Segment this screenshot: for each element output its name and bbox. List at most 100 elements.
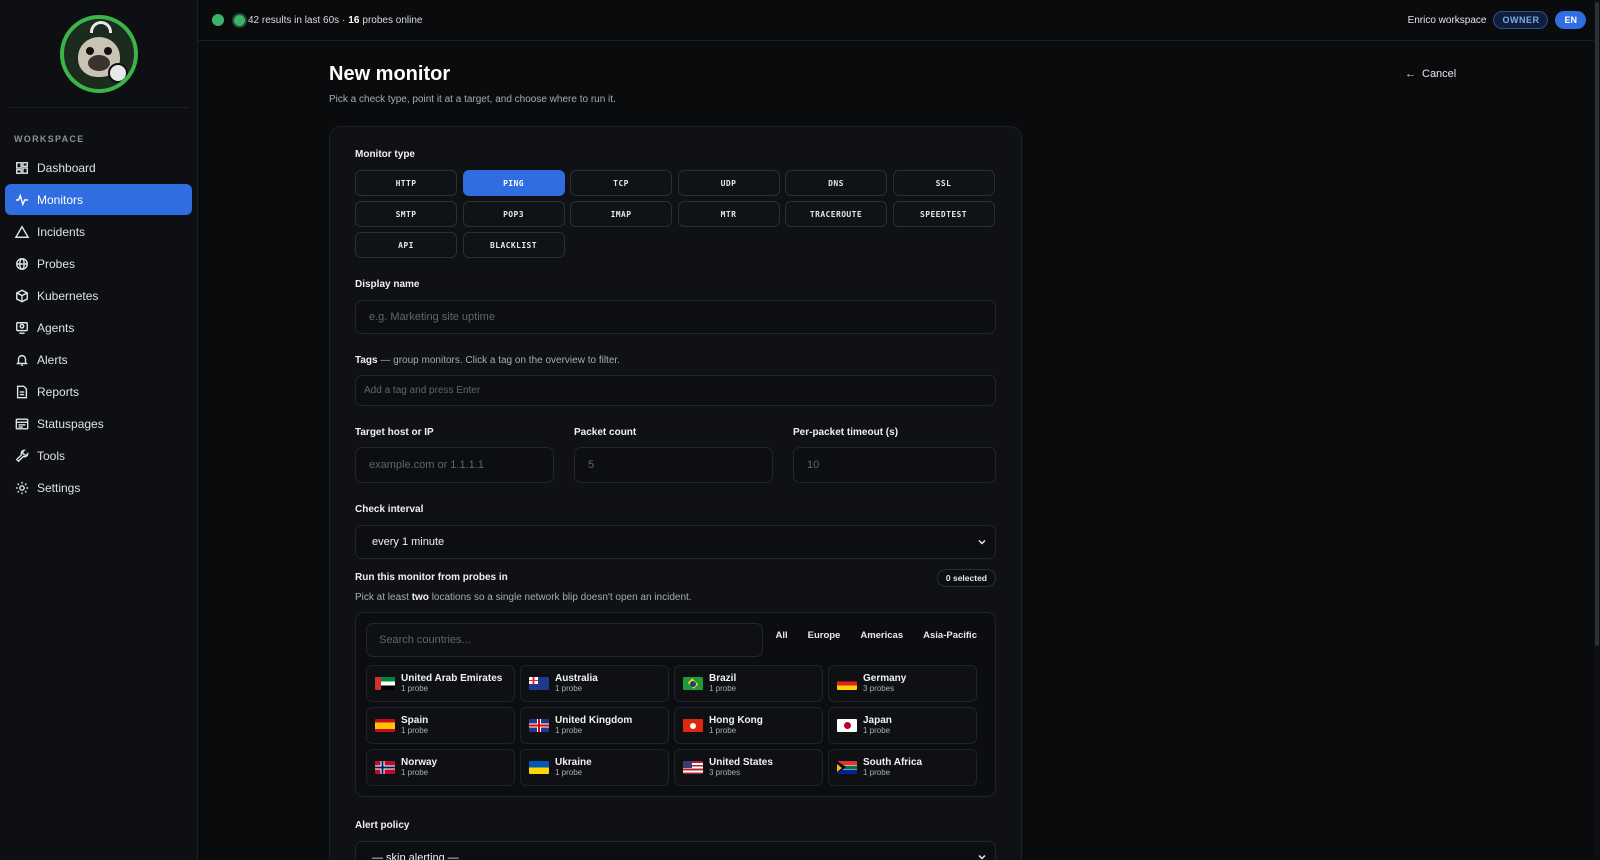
sidebar-item-statuspages[interactable]: Statuspages bbox=[5, 408, 192, 439]
timeout-label: Per-packet timeout (s) bbox=[793, 427, 899, 438]
cancel-button[interactable]: ← Cancel bbox=[1405, 68, 1456, 80]
tags-label: Tags — group monitors. Click a tag on th… bbox=[355, 355, 996, 366]
sidebar-item-incidents[interactable]: Incidents bbox=[5, 216, 192, 247]
type-option-pop3[interactable]: POP3 bbox=[462, 201, 565, 227]
country-name: United Kingdom bbox=[555, 715, 633, 726]
country-option-australia[interactable]: Australia 1 probe bbox=[520, 665, 669, 702]
type-option-smtp[interactable]: SMTP bbox=[355, 201, 457, 227]
connection-status-dot bbox=[212, 14, 224, 26]
probe-locations-group: Run this monitor from probes in 0 select… bbox=[355, 569, 996, 797]
type-option-imap[interactable]: IMAP bbox=[570, 201, 672, 227]
country-option-germany[interactable]: Germany 3 probes bbox=[828, 665, 977, 702]
type-option-dns[interactable]: DNS bbox=[785, 170, 887, 196]
country-option-norway[interactable]: Norway 1 probe bbox=[366, 749, 515, 786]
ukraine-flag-icon bbox=[529, 761, 549, 774]
sidebar-item-reports[interactable]: Reports bbox=[5, 376, 192, 407]
workspace-name[interactable]: Enrico workspace bbox=[1408, 15, 1487, 26]
tags-title: Tags bbox=[355, 355, 378, 366]
sidebar-item-agents[interactable]: Agents bbox=[5, 312, 192, 343]
country-option-united-kingdom[interactable]: United Kingdom 1 probe bbox=[520, 707, 669, 744]
alert-policy-group: Alert policy — skip alerting — bbox=[355, 820, 996, 860]
type-option-http[interactable]: HTTP bbox=[355, 170, 457, 196]
us-flag-icon bbox=[683, 761, 703, 774]
type-option-api[interactable]: API bbox=[355, 232, 457, 258]
country-name: Spain bbox=[401, 715, 429, 726]
hong-kong-flag-icon bbox=[683, 719, 703, 732]
agent-icon bbox=[15, 321, 29, 335]
type-option-speedtest[interactable]: SPEEDTEST bbox=[892, 201, 995, 227]
country-option-united-states[interactable]: United States 3 probes bbox=[674, 749, 823, 786]
app-logo[interactable] bbox=[59, 14, 138, 93]
probe-count: 1 probe bbox=[863, 768, 891, 777]
country-picker: All Europe Americas Asia-Pacific United … bbox=[355, 612, 996, 797]
page-scrollbar[interactable] bbox=[1594, 0, 1600, 860]
type-option-ssl[interactable]: SSL bbox=[892, 170, 995, 196]
check-interval-value: every 1 minute bbox=[372, 536, 445, 548]
country-grid: United Arab Emirates 1 probe Australia 1 p… bbox=[366, 665, 977, 786]
filter-asia-pacific[interactable]: Asia-Pacific bbox=[923, 630, 977, 641]
sidebar-item-probes[interactable]: Probes bbox=[5, 248, 192, 279]
target-field bbox=[355, 447, 554, 483]
statuspage-icon bbox=[15, 417, 29, 431]
tags-input[interactable] bbox=[364, 385, 995, 396]
filter-americas[interactable]: Americas bbox=[860, 630, 903, 641]
country-name: Ukraine bbox=[555, 757, 592, 768]
probe-count: 1 probe bbox=[709, 684, 737, 693]
gear-icon bbox=[15, 481, 29, 495]
type-option-mtr[interactable]: MTR bbox=[677, 201, 780, 227]
probe-count: 1 probe bbox=[863, 726, 891, 735]
country-option-brazil[interactable]: Brazil 1 probe bbox=[674, 665, 823, 702]
type-option-blacklist[interactable]: BLACKLIST bbox=[462, 232, 565, 258]
sidebar-item-monitors[interactable]: Monitors bbox=[5, 184, 192, 215]
sidebar-item-alerts[interactable]: Alerts bbox=[5, 344, 192, 375]
country-name: Brazil bbox=[709, 673, 737, 684]
sidebar-item-kubernetes[interactable]: Kubernetes bbox=[5, 280, 192, 311]
language-button[interactable]: EN bbox=[1555, 11, 1586, 29]
type-option-traceroute[interactable]: TRACEROUTE bbox=[785, 201, 887, 227]
scrollbar-thumb[interactable] bbox=[1595, 2, 1599, 646]
country-name: United States bbox=[709, 757, 773, 768]
display-name-input[interactable] bbox=[369, 311, 995, 323]
country-search-input[interactable] bbox=[379, 634, 762, 646]
type-option-udp[interactable]: UDP bbox=[677, 170, 780, 196]
alert-policy-select[interactable]: — skip alerting — bbox=[355, 841, 996, 860]
wifi-icon bbox=[89, 20, 112, 33]
timeout-field bbox=[793, 447, 996, 483]
sidebar-item-label: Tools bbox=[37, 448, 66, 463]
packet-count-input[interactable] bbox=[588, 459, 772, 471]
uae-flag-icon bbox=[375, 677, 395, 690]
probe-count: 1 probe bbox=[555, 768, 583, 777]
country-option-spain[interactable]: Spain 1 probe bbox=[366, 707, 515, 744]
sidebar-item-label: Alerts bbox=[37, 352, 68, 367]
country-option-japan[interactable]: Japan 1 probe bbox=[828, 707, 977, 744]
sidebar-item-dashboard[interactable]: Dashboard bbox=[5, 152, 192, 183]
type-option-tcp[interactable]: TCP bbox=[570, 170, 672, 196]
country-option-ukraine[interactable]: Ukraine 1 probe bbox=[520, 749, 669, 786]
type-option-ping[interactable]: PING bbox=[462, 170, 565, 196]
sidebar-item-label: Incidents bbox=[37, 224, 86, 239]
check-interval-label: Check interval bbox=[355, 504, 424, 515]
role-badge: OWNER bbox=[1493, 11, 1549, 29]
probe-count: 3 probes bbox=[863, 684, 895, 693]
filter-all[interactable]: All bbox=[775, 630, 787, 641]
target-label: Target host or IP bbox=[355, 427, 434, 438]
top-bar: 42 results in last 60s · 16 probes onlin… bbox=[198, 0, 1600, 41]
check-interval-group: Check interval every 1 minute bbox=[355, 504, 996, 559]
document-icon bbox=[15, 385, 29, 399]
wrench-icon bbox=[15, 449, 29, 463]
timeout-input[interactable] bbox=[807, 459, 995, 471]
norway-flag-icon bbox=[375, 761, 395, 774]
warning-icon bbox=[15, 224, 29, 239]
check-interval-select[interactable]: every 1 minute bbox=[355, 525, 996, 559]
spain-flag-icon bbox=[375, 719, 395, 732]
sidebar-item-settings[interactable]: Settings bbox=[5, 472, 192, 503]
country-name: Germany bbox=[863, 673, 907, 684]
sidebar-item-tools[interactable]: Tools bbox=[5, 440, 192, 471]
filter-europe[interactable]: Europe bbox=[808, 630, 841, 641]
country-option-south-africa[interactable]: South Africa 1 probe bbox=[828, 749, 977, 786]
probe-count: 1 probe bbox=[709, 726, 737, 735]
target-input[interactable] bbox=[369, 459, 553, 471]
country-option-hong-kong[interactable]: Hong Kong 1 probe bbox=[674, 707, 823, 744]
country-option-united-arab-emirates[interactable]: United Arab Emirates 1 probe bbox=[366, 665, 515, 702]
uk-flag-icon bbox=[529, 719, 549, 732]
